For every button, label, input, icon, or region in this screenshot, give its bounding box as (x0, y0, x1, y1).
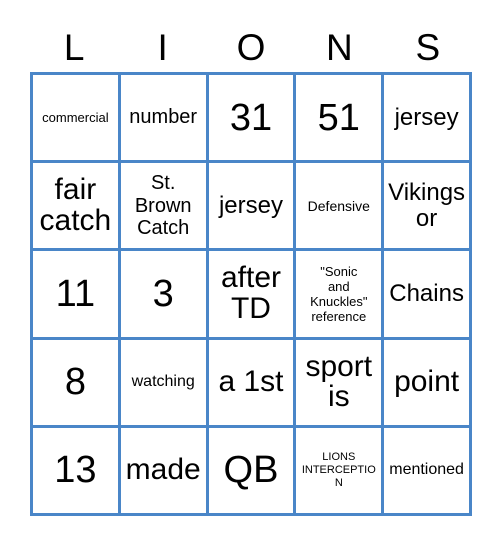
bingo-grid: commercial number 31 51 jersey fair catc… (30, 72, 472, 516)
header-letter-3: O (236, 26, 266, 68)
header-letter-4: N (326, 26, 353, 68)
bingo-cell[interactable]: sport is (296, 339, 385, 428)
bingo-cell[interactable]: 8 (33, 339, 121, 428)
bingo-cell[interactable]: Defensive (296, 163, 385, 252)
bingo-cell-label: jersey (218, 191, 283, 219)
bingo-cell[interactable]: point (384, 339, 472, 428)
bingo-cell-label: 31 (229, 96, 273, 139)
bingo-cell-label: number (129, 106, 198, 129)
bingo-cell-label: Chains (389, 280, 464, 308)
bingo-cell-label: 13 (54, 449, 97, 492)
bingo-cell[interactable]: 31 (208, 75, 297, 164)
bingo-cell[interactable]: 3 (120, 251, 209, 340)
bingo-cell-label: a 1st (218, 364, 284, 398)
header-letter-5: S (415, 26, 441, 68)
bingo-cell-label: fair catch (39, 173, 112, 237)
header-letter-2: I (157, 26, 168, 68)
bingo-cell[interactable]: LIONS INTERCEPTION (296, 427, 385, 516)
bingo-cell-label: 11 (55, 272, 96, 315)
bingo-cell-label: watching (131, 373, 195, 391)
bingo-cell[interactable]: 11 (33, 251, 121, 340)
bingo-cell[interactable]: jersey (384, 75, 472, 164)
bingo-cell-label: LIONS INTERCEPTION (301, 451, 376, 489)
bingo-cell[interactable]: 51 (296, 75, 385, 164)
bingo-header: L I O N S (30, 22, 472, 72)
bingo-cell-label: 8 (64, 361, 86, 404)
bingo-cell[interactable]: jersey (208, 163, 297, 252)
bingo-cell[interactable]: QB (208, 427, 297, 516)
bingo-cell[interactable]: fair catch (33, 163, 121, 252)
bingo-cell-label: Defensive (307, 197, 370, 214)
bingo-cell-label: jersey (394, 103, 459, 131)
bingo-cell[interactable]: watching (120, 339, 209, 428)
bingo-cell-label: sport is (305, 349, 373, 414)
bingo-cell[interactable]: commercial (33, 75, 121, 164)
bingo-cell-label: QB (223, 449, 279, 492)
bingo-cell-label: 51 (317, 96, 360, 139)
bingo-cell-label: mentioned (389, 461, 464, 479)
bingo-cell[interactable]: after TD (208, 251, 297, 340)
header-letter-1: L (63, 26, 85, 68)
bingo-cell-label: commercial (42, 110, 109, 126)
bingo-cell[interactable]: St. Brown Catch (120, 163, 209, 252)
bingo-cell[interactable]: 13 (33, 427, 121, 516)
bingo-cell[interactable]: a 1st (208, 339, 297, 428)
bingo-cell[interactable]: Chains (384, 251, 472, 340)
bingo-cell[interactable]: mentioned (384, 427, 472, 516)
bingo-cell-label: Vikings or (388, 178, 466, 232)
bingo-cell-label: after TD (220, 261, 281, 325)
bingo-cell[interactable]: Vikings or (384, 163, 472, 252)
bingo-cell-label: St. Brown Catch (134, 172, 192, 239)
bingo-cell[interactable]: number (120, 75, 209, 164)
bingo-cell-label: point (394, 364, 460, 398)
bingo-cell-label: 3 (152, 272, 174, 315)
bingo-card: L I O N S commercial number 31 51 jersey… (0, 0, 501, 544)
bingo-cell[interactable]: made (120, 427, 209, 516)
bingo-cell-label: "Sonic and Knuckles" reference (310, 263, 368, 325)
bingo-cell-label: made (125, 453, 201, 487)
bingo-cell[interactable]: "Sonic and Knuckles" reference (296, 251, 385, 340)
